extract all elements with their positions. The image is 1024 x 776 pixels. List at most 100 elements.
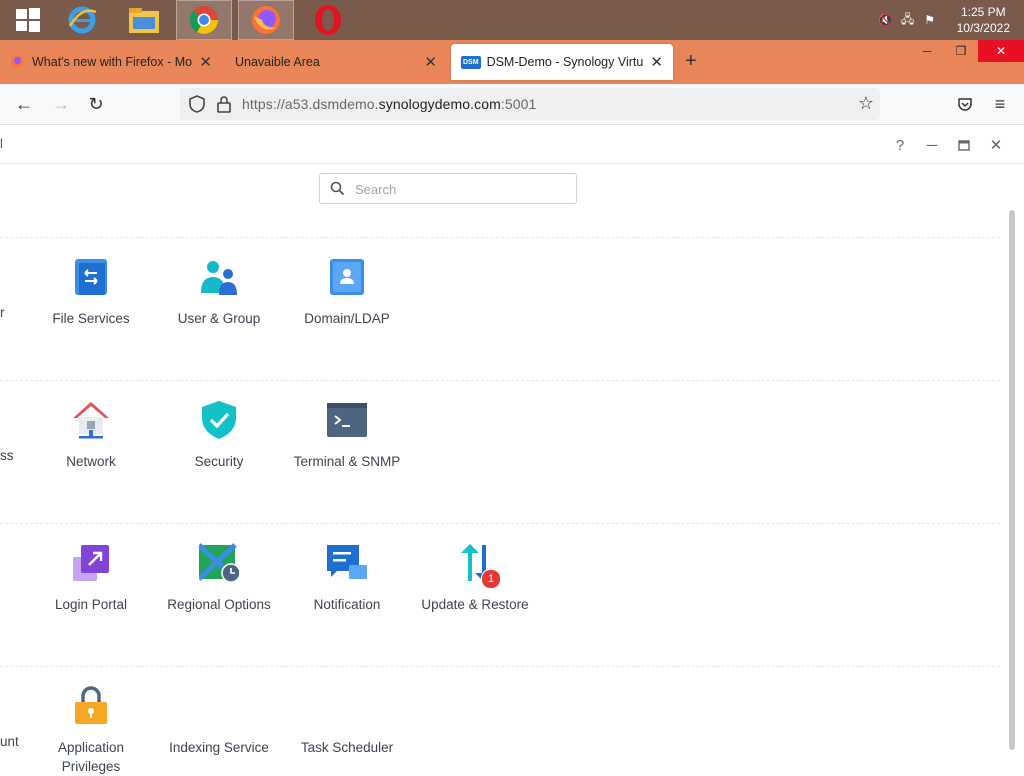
control-panel-search — [319, 173, 577, 204]
item-label: User & Group — [177, 311, 261, 326]
tab-close-icon[interactable]: ✕ — [650, 53, 663, 71]
forward-arrow-icon[interactable]: → — [48, 92, 74, 116]
section-divider — [0, 380, 1000, 381]
reload-icon[interactable]: ↻ — [83, 92, 109, 116]
security-icon — [199, 400, 239, 440]
regional-options-item[interactable]: Regional Options — [159, 543, 279, 614]
minimize-window-button[interactable]: ─ — [910, 40, 944, 62]
volume-muted-icon[interactable]: 🔇 — [875, 9, 897, 31]
window-title-partial: l — [0, 136, 3, 151]
back-arrow-icon[interactable]: ← — [11, 92, 37, 116]
windows-start-icon[interactable] — [0, 0, 56, 40]
application-privileges-item[interactable]: Application Privileges — [31, 686, 151, 776]
clock-time: 1:25 PM — [960, 5, 1006, 19]
item-label: Application Privileges — [57, 740, 125, 774]
tab-firefox-whats-new[interactable]: What's new with Firefox - More ✕ — [0, 44, 222, 80]
tab-title: What's new with Firefox - More — [32, 55, 194, 69]
new-tab-button[interactable]: + — [685, 50, 697, 73]
url-prefix: https://a53.dsmdemo. — [242, 96, 379, 112]
domain-ldap-item[interactable]: Domain/LDAP — [287, 257, 407, 328]
item-label: Domain/LDAP — [304, 311, 390, 326]
terminal-snmp-item[interactable]: Terminal & SNMP — [287, 400, 407, 471]
section-divider — [0, 666, 1000, 667]
tab-unavaible-area[interactable]: Unavaible Area ✕ — [225, 44, 447, 80]
browser-navigation-bar: ← → ↻ https://a53.dsmdemo.synologydemo.c… — [0, 84, 1024, 125]
chrome-icon[interactable] — [176, 0, 232, 40]
windows-taskbar: 🔇 🖧 ⚑ 1:25 PM 10/3/2022 — [0, 0, 1024, 40]
close-window-button[interactable]: ✕ — [978, 40, 1024, 62]
item-label: Indexing Service — [169, 740, 269, 755]
network-tray-icon[interactable]: 🖧 — [897, 9, 919, 31]
item-label: Network — [66, 454, 116, 469]
tab-title: DSM-Demo - Synology VirtualD — [486, 55, 645, 69]
notification-item[interactable]: Notification — [287, 543, 407, 614]
address-bar[interactable]: https://a53.dsmdemo.synologydemo.com:500… — [180, 88, 880, 120]
terminal-icon — [327, 400, 367, 440]
security-item[interactable]: Security — [159, 400, 279, 471]
item-label: Login Portal — [54, 597, 128, 612]
close-icon[interactable]: ✕ — [986, 135, 1006, 155]
item-label: File Services — [52, 311, 130, 326]
tracking-shield-icon[interactable] — [188, 94, 206, 117]
section-divider — [0, 523, 1000, 524]
item-label: Regional Options — [167, 597, 271, 612]
file-services-icon — [71, 257, 111, 297]
indexing-service-icon — [199, 686, 239, 726]
tab-close-icon[interactable]: ✕ — [199, 53, 212, 71]
search-icon — [330, 181, 345, 199]
network-item[interactable]: Network — [31, 400, 151, 471]
hamburger-menu-icon[interactable]: ≡ — [987, 92, 1013, 116]
partial-item-label: r — [0, 305, 5, 320]
update-restore-icon: 1 — [455, 543, 501, 589]
dsm-favicon-icon: DSM — [461, 55, 481, 69]
pocket-icon[interactable] — [952, 92, 978, 116]
control-panel-title-bar: l ? ─ ✕ — [0, 125, 1024, 164]
item-label: Terminal & SNMP — [293, 454, 401, 469]
url-suffix: :5001 — [500, 96, 537, 112]
user-group-item[interactable]: User & Group — [159, 257, 279, 328]
padlock-icon[interactable] — [216, 94, 232, 117]
tab-dsm-demo[interactable]: DSM DSM-Demo - Synology VirtualD ✕ — [451, 44, 673, 80]
application-privileges-icon — [71, 686, 111, 726]
domain-ldap-icon — [327, 257, 367, 297]
login-portal-icon — [71, 543, 111, 583]
file-explorer-icon[interactable] — [116, 0, 172, 40]
url-text: https://a53.dsmdemo.synologydemo.com:500… — [242, 96, 536, 112]
internet-explorer-icon[interactable] — [54, 0, 110, 40]
action-center-flag-icon[interactable]: ⚑ — [919, 9, 941, 31]
url-domain: synologydemo.com — [378, 96, 501, 112]
update-badge: 1 — [481, 569, 501, 589]
minimize-icon[interactable]: ─ — [922, 135, 942, 155]
notification-icon — [327, 543, 367, 583]
opera-icon[interactable] — [300, 0, 356, 40]
search-input[interactable] — [353, 179, 567, 199]
system-clock[interactable]: 1:25 PM 10/3/2022 — [957, 4, 1010, 36]
update-restore-item[interactable]: 1 Update & Restore — [415, 543, 535, 614]
task-scheduler-item[interactable]: Task Scheduler — [287, 686, 407, 757]
network-icon — [71, 400, 111, 440]
browser-tab-strip: What's new with Firefox - More ✕ Unavaib… — [0, 40, 1024, 84]
help-icon[interactable]: ? — [890, 135, 910, 155]
regional-options-icon — [197, 543, 241, 583]
item-label: Notification — [313, 597, 381, 612]
task-scheduler-icon — [327, 686, 367, 726]
login-portal-item[interactable]: Login Portal — [31, 543, 151, 614]
partial-item-label: unt — [0, 734, 19, 749]
item-label: Task Scheduler — [300, 740, 394, 755]
bookmark-star-icon[interactable]: ☆ — [858, 93, 874, 114]
section-divider — [0, 237, 1000, 238]
indexing-service-item[interactable]: Indexing Service — [159, 686, 279, 757]
partial-item-label: ss — [0, 448, 14, 463]
firefox-icon[interactable] — [238, 0, 294, 40]
user-group-icon — [199, 257, 239, 297]
clock-date: 10/3/2022 — [956, 21, 1010, 35]
tab-title: Unavaible Area — [235, 55, 320, 69]
item-label: Security — [194, 454, 244, 469]
tab-close-icon[interactable]: ✕ — [424, 53, 437, 71]
restore-window-button[interactable]: ❐ — [944, 40, 978, 62]
file-services-item[interactable]: File Services — [31, 257, 151, 328]
firefox-favicon-icon — [10, 54, 24, 71]
maximize-icon[interactable] — [954, 135, 974, 155]
vertical-scrollbar[interactable] — [1009, 210, 1015, 750]
item-label: Update & Restore — [421, 597, 529, 612]
